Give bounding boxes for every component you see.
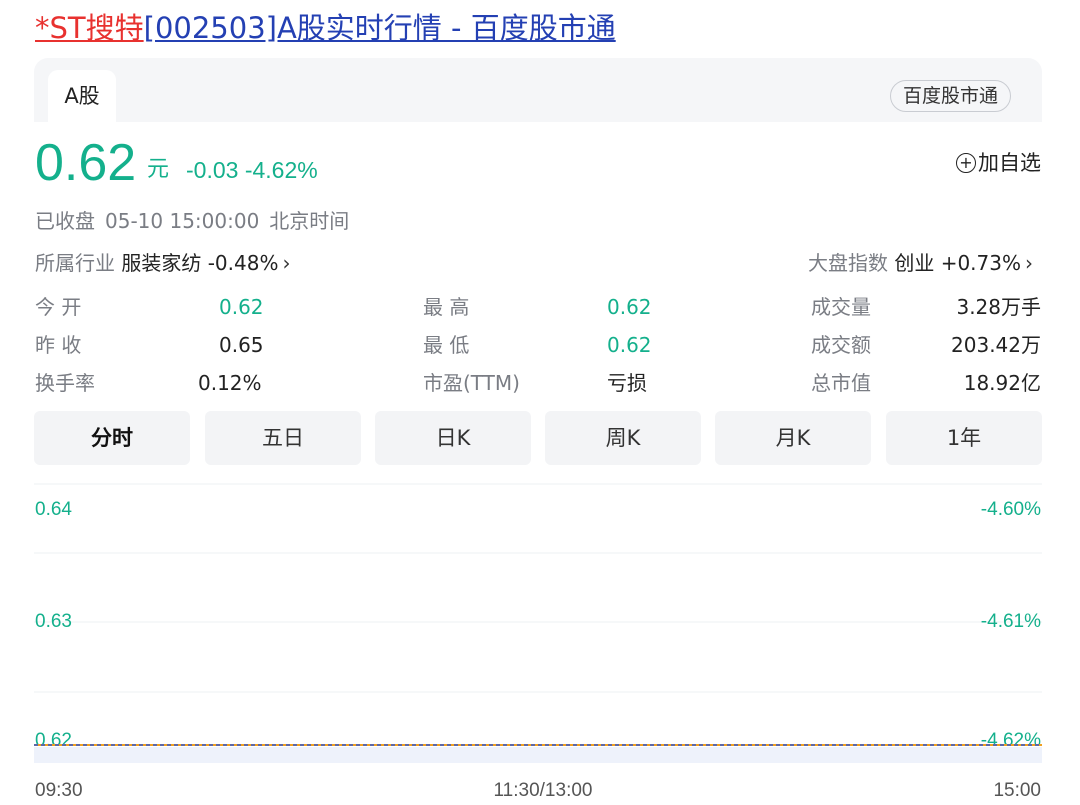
amount-label: 成交额 — [811, 333, 871, 357]
page-title[interactable]: *ST搜特[002503]A股实时行情 - 百度股市通 — [35, 8, 616, 48]
x-tick: 15:00 — [993, 780, 1041, 801]
add-watchlist-label: 加自选 — [978, 151, 1041, 175]
prev-close-label: 昨 收 — [35, 333, 82, 357]
y-tick-right: -4.60% — [981, 499, 1041, 520]
chevron-right-icon: › — [1025, 251, 1033, 275]
current-price: 0.62 — [35, 134, 137, 192]
mcap-value: 18.92亿 — [963, 371, 1041, 395]
status-text: 已收盘 — [35, 209, 95, 233]
period-tab-five-day[interactable]: 五日 — [205, 411, 361, 465]
title-stock-name[interactable]: *ST搜特 — [35, 11, 144, 45]
pe-value: 亏损 — [607, 371, 647, 395]
price-change: -0.03 -4.62% — [186, 157, 318, 183]
low-label: 最 低 — [423, 333, 470, 357]
market-status: 已收盘 05-10 15:00:00 北京时间 — [35, 208, 359, 234]
intraday-chart[interactable]: 0.64 0.63 0.62 -4.60% -4.61% -4.62% 09:3… — [0, 470, 1080, 805]
plus-circle-icon: + — [956, 153, 976, 173]
period-tab-weekly-k[interactable]: 周K — [545, 411, 701, 465]
volume-label: 成交量 — [811, 295, 871, 319]
period-tab-daily-k[interactable]: 日K — [375, 411, 531, 465]
period-tab-one-year[interactable]: 1年 — [886, 411, 1042, 465]
y-tick-right: -4.61% — [981, 611, 1041, 632]
mcap-label: 总市值 — [811, 371, 871, 395]
x-tick: 09:30 — [35, 780, 83, 801]
open-label: 今 开 — [35, 295, 82, 319]
status-datetime: 05-10 15:00:00 — [105, 209, 260, 233]
turnover-label: 换手率 — [35, 371, 95, 395]
prev-close-value: 0.65 — [219, 333, 264, 357]
low-value: 0.62 — [607, 333, 652, 357]
add-watchlist-button[interactable]: + 加自选 — [956, 150, 1041, 176]
chevron-right-icon: › — [282, 251, 291, 275]
amount-value: 203.42万 — [951, 333, 1041, 357]
volume-value: 3.28万手 — [956, 295, 1041, 319]
period-tab-intraday[interactable]: 分时 — [34, 411, 190, 465]
industry-value: 服装家纺 -0.48% — [121, 251, 279, 275]
industry-label: 所属行业 — [35, 251, 115, 275]
high-value: 0.62 — [607, 295, 652, 319]
y-tick-right: -4.62% — [981, 730, 1041, 751]
index-label: 大盘指数 — [807, 251, 888, 275]
market-tab-bar: A股 百度股市通 — [34, 58, 1042, 122]
market-index-link[interactable]: 大盘指数 创业 +0.73% › — [808, 250, 1033, 276]
price-unit: 元 — [147, 157, 170, 182]
index-value: 创业 +0.73% — [894, 251, 1021, 275]
open-value: 0.62 — [219, 295, 264, 319]
y-tick-left: 0.63 — [35, 611, 72, 632]
price-area-fill — [34, 747, 1042, 763]
y-tick-left: 0.62 — [35, 730, 72, 751]
y-tick-left: 0.64 — [35, 499, 72, 520]
tab-a-share[interactable]: A股 — [48, 70, 116, 122]
status-timezone: 北京时间 — [269, 209, 350, 233]
x-tick: 11:30/13:00 — [494, 780, 593, 801]
period-tab-monthly-k[interactable]: 月K — [715, 411, 871, 465]
title-stock-code[interactable]: [002503]A股实时行情 - 百度股市通 — [144, 11, 616, 45]
pe-label: 市盈(TTM) — [423, 371, 520, 395]
turnover-value: 0.12% — [198, 371, 262, 395]
brand-badge[interactable]: 百度股市通 — [889, 80, 1011, 112]
high-label: 最 高 — [423, 295, 470, 319]
industry-link[interactable]: 所属行业 服装家纺 -0.48% › — [35, 250, 290, 276]
